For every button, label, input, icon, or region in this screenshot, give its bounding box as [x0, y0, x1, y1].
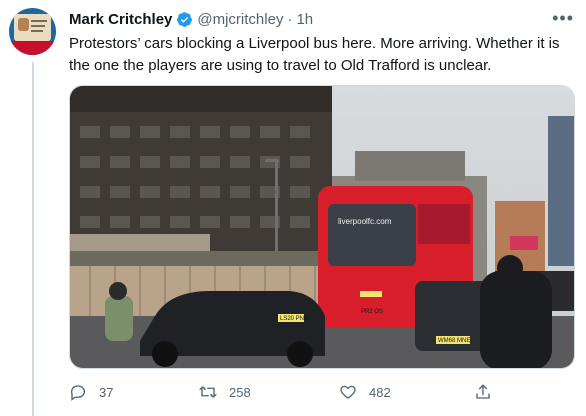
bus-plate-text: PR2 OS: [361, 309, 383, 315]
tweet-actions: 37 258 482: [69, 380, 499, 404]
separator-dot: ·: [287, 10, 293, 28]
avatar-face: [18, 18, 29, 31]
reply-count: 37: [99, 384, 114, 400]
tweet-photo[interactable]: liverpoolfc.com PR2 OS LS20 PNO WM68 MNE: [69, 85, 575, 369]
like-action[interactable]: 482: [339, 380, 391, 404]
like-count: 482: [369, 384, 391, 400]
bus-destination-text: liverpoolfc.com: [338, 217, 392, 226]
verified-badge-icon: [177, 11, 193, 27]
car-right-plate: WM68 MNE: [438, 338, 470, 344]
tweet-text: Protestors’ cars blocking a Liverpool bu…: [69, 35, 560, 74]
tweet-header: Mark Critchley @mjcritchley · 1h: [69, 9, 566, 29]
author-name[interactable]: Mark Critchley: [69, 11, 172, 28]
tweet-time[interactable]: 1h: [296, 11, 313, 28]
retweet-icon: [199, 386, 217, 398]
reply-icon: [70, 385, 86, 401]
retweet-count: 258: [229, 384, 251, 400]
street-scene-photo: liverpoolfc.com PR2 OS LS20 PNO WM68 MNE: [70, 86, 574, 368]
heart-icon: [340, 385, 356, 399]
thread-line: [32, 62, 34, 416]
reply-action[interactable]: 37: [69, 380, 113, 404]
share-action[interactable]: [474, 380, 504, 404]
avatar[interactable]: [9, 8, 56, 55]
car-left-plate: LS20 PNO: [280, 316, 309, 322]
retweet-action[interactable]: 258: [199, 380, 251, 404]
share-icon: [476, 384, 490, 399]
more-horizontal-icon[interactable]: •••: [552, 8, 574, 29]
author-handle[interactable]: @mjcritchley: [197, 11, 283, 28]
avatar-stripe: [9, 41, 56, 55]
